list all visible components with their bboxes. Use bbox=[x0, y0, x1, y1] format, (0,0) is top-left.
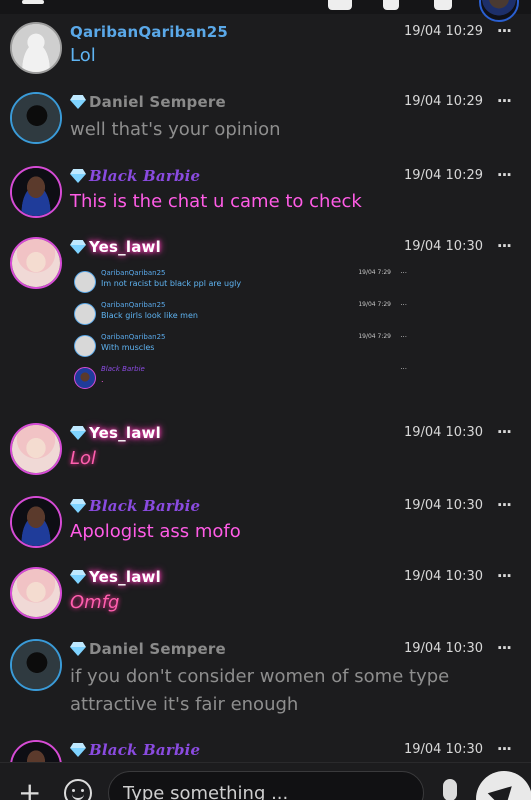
diamond-icon bbox=[70, 743, 86, 757]
avatar[interactable] bbox=[10, 496, 62, 548]
message-text: Apologist ass mofo bbox=[70, 521, 241, 542]
avatar bbox=[74, 271, 96, 293]
username: QaribanQariban25 bbox=[101, 269, 166, 277]
timestamp: 19/04 10:29 bbox=[403, 94, 483, 109]
more-options-icon[interactable]: ··· bbox=[497, 92, 512, 110]
timestamp: 19/04 10:30 bbox=[403, 641, 483, 656]
more-options-icon: ··· bbox=[400, 365, 407, 373]
avatar[interactable] bbox=[10, 166, 62, 218]
message-text: With muscles bbox=[101, 343, 155, 352]
diamond-icon bbox=[70, 426, 86, 440]
diamond-icon bbox=[70, 95, 86, 109]
more-options-icon[interactable]: ··· bbox=[497, 496, 512, 514]
username: Black Barbie bbox=[101, 365, 145, 373]
message-field[interactable] bbox=[108, 771, 424, 800]
more-options-icon: ··· bbox=[400, 301, 407, 309]
avatar bbox=[74, 367, 96, 389]
embedded-message: QaribanQariban25 Im not racist but black… bbox=[70, 269, 415, 297]
more-options-icon[interactable]: ··· bbox=[497, 22, 512, 40]
more-options-icon[interactable]: ··· bbox=[497, 567, 512, 585]
more-options-icon[interactable]: ··· bbox=[497, 237, 512, 255]
message-text: Lol bbox=[70, 45, 96, 66]
avatar[interactable] bbox=[10, 237, 62, 289]
avatar bbox=[74, 303, 96, 325]
message-composer: + bbox=[0, 762, 531, 800]
emoji-icon[interactable] bbox=[64, 779, 92, 800]
avatar[interactable] bbox=[10, 92, 62, 144]
username[interactable]: Black Barbie bbox=[89, 497, 200, 515]
timestamp: 19/04 7:29 bbox=[358, 301, 391, 308]
username: QaribanQariban25 bbox=[101, 301, 166, 309]
avatar[interactable] bbox=[10, 740, 62, 762]
avatar[interactable] bbox=[10, 567, 62, 619]
avatar bbox=[74, 335, 96, 357]
timestamp: 19/04 10:30 bbox=[403, 239, 483, 254]
timestamp: 19/04 10:30 bbox=[403, 425, 483, 440]
timestamp: 19/04 7:29 bbox=[358, 269, 391, 276]
microphone-icon[interactable] bbox=[443, 779, 457, 800]
more-options-icon: ··· bbox=[400, 333, 407, 341]
username[interactable]: Yes_lawl bbox=[89, 238, 161, 256]
diamond-icon bbox=[70, 169, 86, 183]
message-text: Omfg bbox=[70, 592, 120, 613]
username[interactable]: Black Barbie bbox=[89, 167, 200, 185]
username[interactable]: QaribanQariban25 bbox=[70, 23, 228, 41]
message-text: Im not racist but black ppl are ugly bbox=[101, 279, 242, 288]
embedded-message: Black Barbie . ··· bbox=[70, 365, 415, 393]
more-options-icon[interactable]: ··· bbox=[497, 166, 512, 184]
more-options-icon[interactable]: ··· bbox=[497, 740, 512, 758]
message-text: Lol bbox=[70, 448, 97, 469]
message-text: This is the chat u came to check bbox=[70, 191, 362, 212]
more-options-icon[interactable]: ··· bbox=[497, 639, 512, 657]
message-input[interactable] bbox=[123, 780, 413, 800]
username[interactable]: Yes_lawl bbox=[89, 568, 161, 586]
plus-icon[interactable]: + bbox=[18, 779, 41, 800]
chat-feed[interactable]: QaribanQariban25 19/04 10:29 ··· Lol Dan… bbox=[0, 0, 531, 762]
username: QaribanQariban25 bbox=[101, 333, 166, 341]
diamond-icon bbox=[70, 570, 86, 584]
timestamp: 19/04 10:30 bbox=[403, 742, 483, 757]
send-button[interactable] bbox=[476, 771, 531, 800]
screenshot-image[interactable]: QaribanQariban25 Im not racist but black… bbox=[70, 265, 415, 397]
more-options-icon[interactable]: ··· bbox=[497, 423, 512, 441]
message-text: well that's your opinion bbox=[70, 119, 281, 140]
timestamp: 19/04 7:29 bbox=[358, 333, 391, 340]
timestamp: 19/04 10:30 bbox=[403, 498, 483, 513]
diamond-icon bbox=[70, 240, 86, 254]
avatar[interactable] bbox=[10, 423, 62, 475]
timestamp: 19/04 10:30 bbox=[403, 569, 483, 584]
more-options-icon: ··· bbox=[400, 269, 407, 277]
avatar[interactable] bbox=[10, 22, 62, 74]
timestamp: 19/04 10:29 bbox=[403, 24, 483, 39]
diamond-icon bbox=[70, 499, 86, 513]
diamond-icon bbox=[70, 642, 86, 656]
embedded-message: QaribanQariban25 With muscles 19/04 7:29… bbox=[70, 333, 415, 361]
username[interactable]: Black Barbie bbox=[89, 741, 200, 759]
username[interactable]: Daniel Sempere bbox=[89, 93, 226, 111]
avatar[interactable] bbox=[10, 639, 62, 691]
message-text: . bbox=[101, 375, 104, 384]
message-text: Black girls look like men bbox=[101, 311, 198, 320]
username[interactable]: Yes_lawl bbox=[89, 424, 161, 442]
message-text: if you don't consider women of some type… bbox=[70, 666, 450, 715]
embedded-message: QaribanQariban25 Black girls look like m… bbox=[70, 301, 415, 329]
username[interactable]: Daniel Sempere bbox=[89, 640, 226, 658]
timestamp: 19/04 10:29 bbox=[403, 168, 483, 183]
